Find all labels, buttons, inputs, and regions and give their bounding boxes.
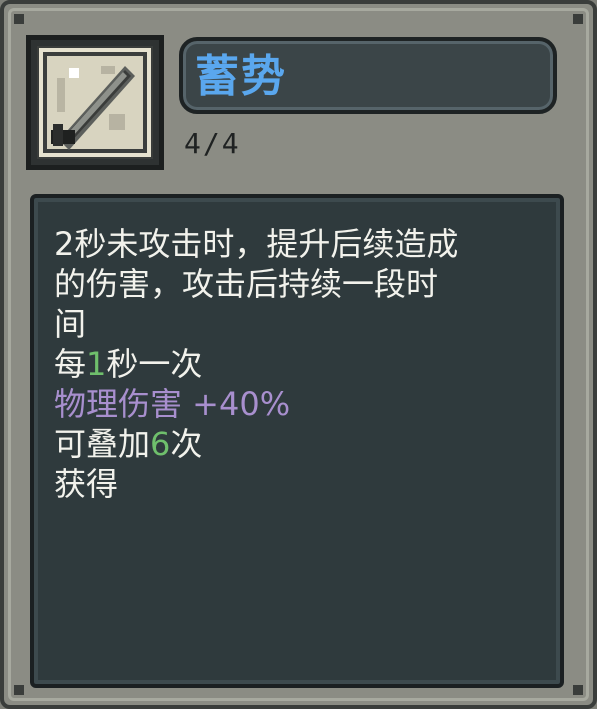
sword-icon [39,48,151,157]
stack-limit-value: 6 [150,425,171,463]
description-line: 的伤害，攻击后持续一段时 [54,265,439,303]
description-box: 2秒未攻击时，提升后续造成 的伤害，攻击后持续一段时 间 每1秒一次 物理伤害 … [30,194,564,688]
stack-count: 4/4 [184,127,241,160]
skill-name: 蓄势 [195,51,287,102]
skill-tooltip-panel: 蓄势 4/4 2秒未攻击时，提升后续造成 的伤害，攻击后持续一段时 间 每1秒一… [0,0,597,709]
frequency-value: 1 [86,345,107,383]
skill-title-plate: 蓄势 [179,37,557,114]
description-line: 间 [54,305,87,343]
stack-limit-suffix: 次 [170,425,203,463]
skill-icon-frame [26,35,164,170]
frequency-prefix: 每 [54,345,87,383]
corner-rivet [14,14,24,24]
corner-rivet [573,685,583,695]
stack-limit-line: 可叠加6次 [54,424,544,464]
effect-line: 物理伤害 +40% [54,385,291,423]
corner-rivet [14,685,24,695]
description-line: 2秒未攻击时，提升后续造成 [54,225,459,263]
description-text: 2秒未攻击时，提升后续造成 的伤害，攻击后持续一段时 间 每1秒一次 物理伤害 … [54,224,544,504]
corner-rivet [573,14,583,24]
obtain-label: 获得 [54,465,119,503]
frequency-line: 每1秒一次 [54,344,544,384]
frequency-suffix: 秒一次 [106,345,203,383]
stack-limit-prefix: 可叠加 [54,425,151,463]
